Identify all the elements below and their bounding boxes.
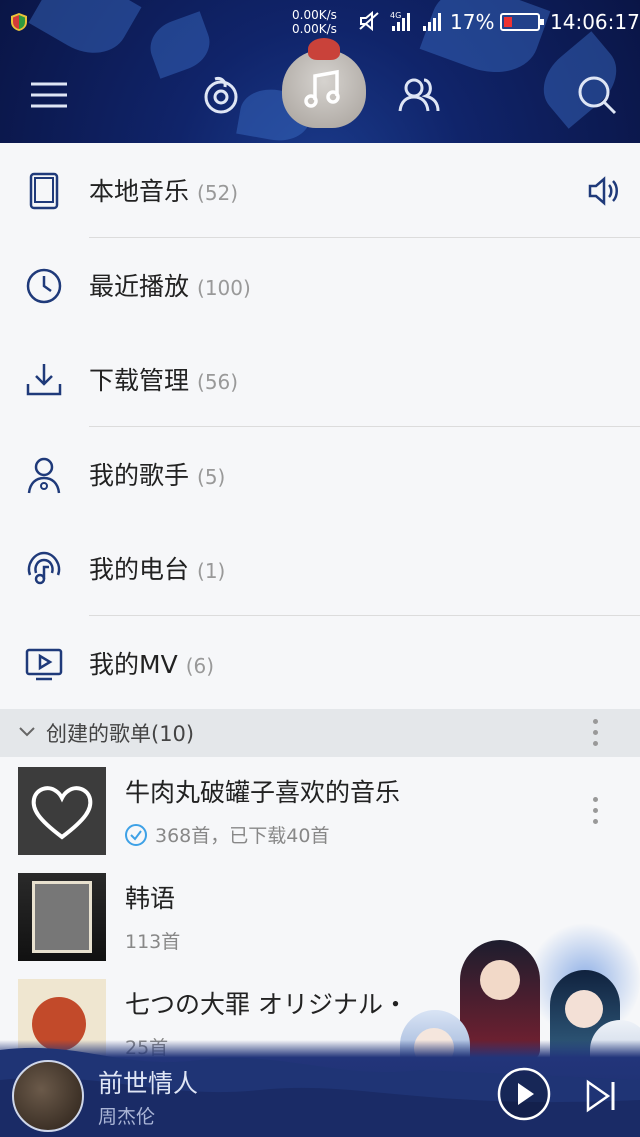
menu-count: (1): [197, 559, 226, 584]
playlist-name: 牛肉丸破罐子喜欢的音乐: [125, 778, 401, 807]
menu-count: (52): [197, 181, 239, 206]
netease-logo-icon: [204, 77, 238, 114]
section-title: 创建的歌单(10): [46, 722, 195, 746]
tv-icon: [24, 644, 64, 684]
signal-4g-icon: 4G: [390, 11, 410, 31]
downloaded-check-icon: [125, 823, 147, 846]
tab-discover[interactable]: [196, 70, 246, 120]
menu-label: 我的歌手: [89, 460, 190, 490]
playlist-cover: [18, 873, 106, 961]
search-button[interactable]: [572, 70, 622, 120]
radio-icon: [24, 549, 64, 589]
shield-icon: [11, 13, 27, 31]
clock-time: 14:06:17: [550, 10, 640, 34]
signal-icon: [423, 13, 441, 31]
tab-my-music[interactable]: [282, 38, 366, 128]
network-label: 4G: [390, 11, 401, 20]
battery-icon: [500, 13, 544, 31]
menu-count: (5): [197, 464, 226, 489]
playlist-item[interactable]: 牛肉丸破罐子喜欢的音乐 368首，已下载40首: [0, 759, 640, 863]
now-playing-artist: 周杰伦: [98, 1106, 156, 1128]
search-icon: [578, 76, 617, 115]
menu-item-my-singers[interactable]: 我的歌手 (5): [0, 427, 640, 522]
singer-icon: [24, 455, 64, 495]
menu-item-my-mv[interactable]: 我的MV (6): [0, 616, 640, 711]
album-art: [32, 881, 92, 953]
mute-icon: [359, 11, 379, 31]
top-bar: 0.00K/s 0.00K/s 4G 17% 14:06:17: [0, 0, 640, 143]
menu-item-recent-play[interactable]: 最近播放 (100): [0, 238, 640, 333]
menu-label: 下载管理: [89, 366, 190, 396]
playlist-cover: [18, 767, 106, 855]
mini-player[interactable]: 前世情人 周杰伦: [0, 1040, 640, 1137]
now-playing-title: 前世情人: [98, 1069, 199, 1098]
speaker-icon[interactable]: [586, 173, 622, 209]
phone-icon: [24, 171, 64, 211]
music-note-icon: [304, 69, 340, 108]
menu-label: 最近播放: [89, 271, 190, 301]
chevron-down-icon: [19, 727, 35, 737]
menu-label: 我的电台: [89, 555, 190, 585]
play-button[interactable]: [496, 1066, 552, 1122]
playlist-sub: 368首，已下载40首: [125, 821, 329, 848]
speed-up-text: 0.00K/s: [292, 8, 337, 22]
playlist-name: 韩语: [125, 884, 176, 913]
playlist-count: 113首: [125, 931, 181, 953]
download-icon: [24, 360, 64, 400]
more-options-button[interactable]: [593, 719, 601, 749]
menu-label: 本地音乐: [89, 177, 190, 207]
menu-item-local-music[interactable]: 本地音乐 (52): [0, 143, 640, 238]
menu-button[interactable]: [24, 70, 74, 120]
playlist-sub: 113首: [125, 927, 180, 954]
menu-count: (56): [197, 370, 239, 395]
speed-down-text: 0.00K/s: [292, 22, 337, 36]
network-speed: 0.00K/s 0.00K/s: [292, 8, 337, 36]
playlist-count: 368首，已下载40首: [155, 825, 330, 847]
menu-count: (100): [197, 275, 251, 300]
my-music-menu: 本地音乐 (52) 最近播放 (100) 下载管理 (56) 我的歌手 (5) 我的电台…: [0, 143, 640, 710]
menu-label: 我的MV: [89, 649, 178, 679]
tab-friends[interactable]: [394, 70, 444, 120]
clock-icon: [24, 266, 64, 306]
hamburger-icon: [31, 82, 67, 108]
now-playing-cover[interactable]: [12, 1060, 84, 1132]
menu-item-downloads[interactable]: 下载管理 (56): [0, 332, 640, 427]
next-button[interactable]: [580, 1076, 620, 1116]
friends-icon: [398, 78, 440, 112]
menu-item-my-radio[interactable]: 我的电台 (1): [0, 521, 640, 616]
heart-icon: [31, 786, 93, 840]
created-playlists-header[interactable]: 创建的歌单(10): [0, 709, 640, 757]
battery-percent: 17%: [450, 10, 495, 34]
menu-count: (6): [185, 653, 215, 678]
playlist-more-button[interactable]: [593, 797, 601, 827]
